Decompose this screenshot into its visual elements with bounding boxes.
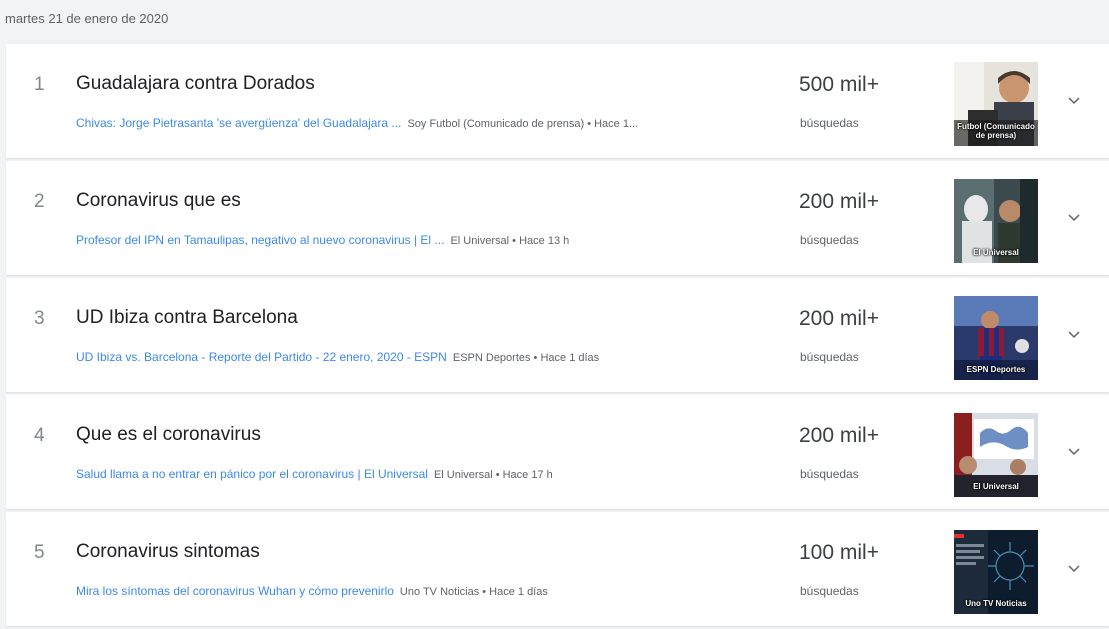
date-header: martes 21 de enero de 2020	[5, 11, 169, 26]
search-count-label: búsquedas	[800, 350, 859, 364]
expand-button[interactable]	[1064, 207, 1084, 227]
trend-title[interactable]: UD Ibiza contra Barcelona	[76, 307, 298, 329]
article-source: El Universal • Hace 17 h	[433, 469, 553, 481]
chevron-down-icon	[1068, 565, 1080, 573]
chevron-down-icon	[1068, 97, 1080, 105]
chevron-down-icon	[1068, 214, 1080, 222]
trend-title[interactable]: Coronavirus sintomas	[76, 541, 260, 563]
thumbnail-source-caption: Uno TV Noticias	[965, 599, 1027, 608]
chevron-down-icon	[1068, 448, 1080, 456]
thumbnail-source-caption: El Universal	[973, 482, 1019, 491]
article-link[interactable]: Mira los síntomas del coronavirus Wuhan …	[76, 584, 394, 598]
article-source: Soy Futbol (Comunicado de prensa) • Hace…	[407, 118, 639, 130]
trend-article: Mira los síntomas del coronavirus Wuhan …	[76, 583, 796, 600]
search-count: 200 mil+	[799, 307, 879, 330]
thumbnail-source-caption: Futbol (Comunicado de prensa)	[957, 122, 1035, 140]
trend-title[interactable]: Que es el coronavirus	[76, 424, 261, 446]
article-source: ESPN Deportes • Hace 1 días	[452, 352, 600, 364]
trend-rank: 1	[34, 74, 45, 95]
trend-title[interactable]: Coronavirus que es	[76, 190, 241, 212]
trending-searches-list: 1 Guadalajara contra Dorados Chivas: Jor…	[6, 44, 1109, 629]
search-count: 500 mil+	[799, 73, 879, 96]
search-count: 200 mil+	[799, 190, 879, 213]
search-count-label: búsquedas	[800, 467, 859, 481]
trend-row[interactable]: 2 Coronavirus que es Profesor del IPN en…	[6, 161, 1109, 275]
article-link[interactable]: Salud llama a no entrar en pánico por el…	[76, 467, 428, 481]
trend-rank: 3	[34, 308, 45, 329]
search-count-label: búsquedas	[800, 584, 859, 598]
search-count-label: búsquedas	[800, 116, 859, 130]
article-source: Uno TV Noticias • Hace 1 días	[399, 586, 548, 598]
trend-thumbnail[interactable]: ESPN Deportes	[954, 296, 1038, 380]
trend-thumbnail[interactable]: Uno TV Noticias	[954, 530, 1038, 614]
article-link[interactable]: Profesor del IPN en Tamaulipas, negativo…	[76, 233, 444, 247]
article-link[interactable]: UD Ibiza vs. Barcelona - Reporte del Par…	[76, 350, 447, 364]
trend-rank: 5	[34, 542, 45, 563]
thumbnail-source-caption: ESPN Deportes	[966, 365, 1026, 374]
trend-article: Chivas: Jorge Pietrasanta 'se avergüenza…	[76, 115, 796, 132]
trend-thumbnail[interactable]: El Universal	[954, 413, 1038, 497]
trend-article: Salud llama a no entrar en pánico por el…	[76, 466, 796, 483]
trend-row[interactable]: 1 Guadalajara contra Dorados Chivas: Jor…	[6, 44, 1109, 158]
article-link[interactable]: Chivas: Jorge Pietrasanta 'se avergüenza…	[76, 116, 401, 130]
expand-button[interactable]	[1064, 324, 1084, 344]
trend-row[interactable]: 5 Coronavirus sintomas Mira los síntomas…	[6, 512, 1109, 626]
trend-article: Profesor del IPN en Tamaulipas, negativo…	[76, 232, 796, 249]
chevron-down-icon	[1068, 331, 1080, 339]
search-count: 100 mil+	[799, 541, 879, 564]
trend-thumbnail[interactable]: Futbol (Comunicado de prensa)	[954, 62, 1038, 146]
thumbnail-source-caption: El Universal	[973, 248, 1019, 257]
trend-rank: 2	[34, 191, 45, 212]
trend-row[interactable]: 3 UD Ibiza contra Barcelona UD Ibiza vs.…	[6, 278, 1109, 392]
expand-button[interactable]	[1064, 90, 1084, 110]
trend-title[interactable]: Guadalajara contra Dorados	[76, 73, 315, 95]
expand-button[interactable]	[1064, 558, 1084, 578]
trend-thumbnail[interactable]: El Universal	[954, 179, 1038, 263]
search-count: 200 mil+	[799, 424, 879, 447]
trend-rank: 4	[34, 425, 45, 446]
expand-button[interactable]	[1064, 441, 1084, 461]
trend-article: UD Ibiza vs. Barcelona - Reporte del Par…	[76, 349, 796, 366]
trend-row[interactable]: 4 Que es el coronavirus Salud llama a no…	[6, 395, 1109, 509]
search-count-label: búsquedas	[800, 233, 859, 247]
article-source: El Universal • Hace 13 h	[450, 235, 570, 247]
